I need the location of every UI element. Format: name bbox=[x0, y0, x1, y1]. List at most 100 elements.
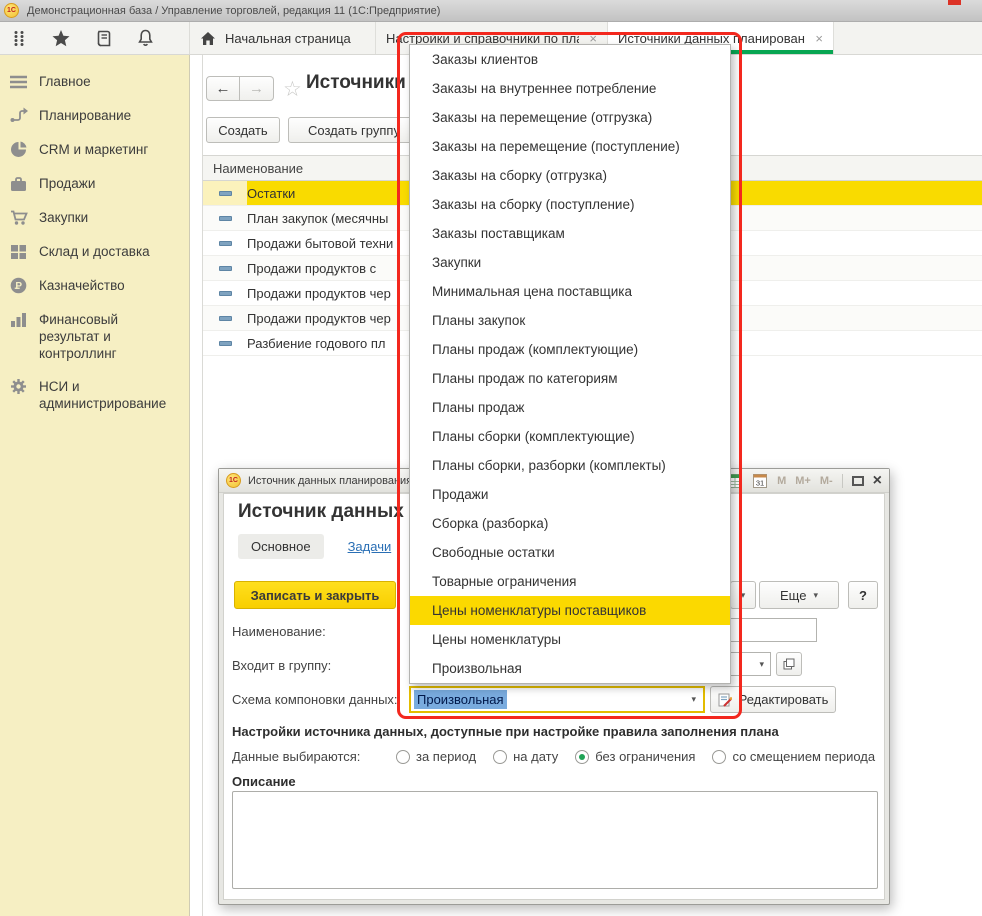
radio-circle-icon[interactable] bbox=[396, 750, 410, 764]
tools-menu-icon[interactable] bbox=[10, 29, 28, 47]
dropdown-item[interactable]: Цены номенклатуры поставщиков bbox=[410, 596, 730, 625]
open-group-button[interactable] bbox=[776, 652, 802, 676]
row-label: План закупок (месячны bbox=[247, 211, 388, 226]
calendar-icon[interactable]: 31 bbox=[752, 473, 768, 489]
dropdown-item[interactable]: Продажи bbox=[410, 480, 730, 509]
maximize-icon[interactable] bbox=[852, 476, 864, 486]
radio-option[interactable]: за период bbox=[396, 749, 476, 764]
favorite-star-icon[interactable]: ☆ bbox=[283, 77, 302, 102]
description-textarea[interactable] bbox=[232, 791, 878, 889]
dropdown-item[interactable]: Заказы на сборку (поступление) bbox=[410, 190, 730, 219]
sidebar-item-crm[interactable]: CRM и маркетинг bbox=[0, 133, 189, 167]
dropdown-item[interactable]: Заказы поставщикам bbox=[410, 219, 730, 248]
dropdown-item-label: Товарные ограничения bbox=[432, 574, 576, 589]
radio-option[interactable]: на дату bbox=[493, 749, 558, 764]
sidebar-item-treasury[interactable]: Р Казначейство bbox=[0, 269, 189, 303]
dialog-window-controls: 31 M M+ M- × bbox=[727, 473, 882, 489]
tab-close-icon[interactable]: × bbox=[815, 32, 823, 45]
sidebar-item-main[interactable]: Главное bbox=[0, 65, 189, 99]
dropdown-item[interactable]: Минимальная цена поставщика bbox=[410, 277, 730, 306]
dropdown-item[interactable]: Цены номенклатуры bbox=[410, 625, 730, 654]
dropdown-item[interactable]: Произвольная bbox=[410, 654, 730, 683]
sidebar-item-label: Главное bbox=[39, 73, 91, 90]
back-button[interactable]: ← bbox=[206, 76, 240, 101]
tab-home[interactable]: Начальная страница bbox=[190, 22, 376, 54]
name-field-label: Наименование: bbox=[232, 624, 326, 639]
schema-dropdown-list: Заказы клиентов Заказы на внутреннее пот… bbox=[409, 44, 731, 684]
schema-combobox[interactable]: Произвольная ▾ bbox=[409, 686, 705, 713]
settings-section-header: Настройки источника данных, доступные пр… bbox=[232, 724, 779, 739]
radio-label: со смещением периода bbox=[732, 749, 875, 764]
dropdown-item[interactable]: Планы продаж bbox=[410, 393, 730, 422]
dropdown-item[interactable]: Свободные остатки bbox=[410, 538, 730, 567]
sidebar-item-purchases[interactable]: Закупки bbox=[0, 201, 189, 235]
dropdown-item[interactable]: Закупки bbox=[410, 248, 730, 277]
dialog-tab-main[interactable]: Основное bbox=[238, 534, 324, 559]
cart-icon bbox=[9, 208, 28, 227]
edit-schema-button[interactable]: Редактировать bbox=[710, 686, 836, 713]
forward-button[interactable]: → bbox=[240, 76, 274, 101]
hidden-split-button[interactable]: ▾ bbox=[730, 581, 756, 609]
dropdown-item-label: Заказы на сборку (поступление) bbox=[432, 197, 634, 212]
sidebar-item-finance[interactable]: Финансовый результат и контроллинг bbox=[0, 303, 189, 370]
dropdown-item[interactable]: Заказы на внутреннее потребление bbox=[410, 74, 730, 103]
chevron-down-icon[interactable]: ▾ bbox=[691, 694, 703, 705]
dropdown-item-label: Заказы на сборку (отгрузка) bbox=[432, 168, 607, 183]
tab-close-icon[interactable]: × bbox=[589, 32, 597, 45]
save-and-close-button[interactable]: Записать и закрыть bbox=[234, 581, 396, 609]
sidebar-item-warehouse[interactable]: Склад и доставка bbox=[0, 235, 189, 269]
radio-circle-icon[interactable] bbox=[712, 750, 726, 764]
separator bbox=[842, 474, 843, 488]
history-scroll-icon[interactable] bbox=[94, 29, 112, 47]
favorites-star-icon[interactable] bbox=[52, 29, 70, 47]
group-field-label: Входит в группу: bbox=[232, 658, 331, 673]
bar-chart-icon bbox=[9, 310, 28, 329]
dropdown-item[interactable]: Заказы на сборку (отгрузка) bbox=[410, 161, 730, 190]
dialog-tab-tasks[interactable]: Задачи bbox=[348, 539, 392, 554]
create-group-button[interactable]: Создать группу bbox=[288, 117, 420, 143]
item-dash-icon bbox=[219, 291, 232, 296]
dropdown-item-label: Цены номенклатуры поставщиков bbox=[432, 603, 646, 618]
more-button[interactable]: Еще▾ bbox=[759, 581, 839, 609]
row-type-cell bbox=[203, 256, 247, 280]
dropdown-item[interactable]: Товарные ограничения bbox=[410, 567, 730, 596]
sidebar-item-label: Планирование bbox=[39, 107, 131, 124]
help-button[interactable]: ? bbox=[848, 581, 878, 609]
ruble-coin-icon: Р bbox=[9, 276, 28, 295]
dropdown-item[interactable]: Планы продаж по категориям bbox=[410, 364, 730, 393]
dropdown-item[interactable]: Сборка (разборка) bbox=[410, 509, 730, 538]
planning-route-icon bbox=[9, 106, 28, 125]
row-type-cell bbox=[203, 206, 247, 230]
close-icon[interactable]: × bbox=[873, 474, 882, 488]
dropdown-item[interactable]: Планы закупок bbox=[410, 306, 730, 335]
data-selection-label: Данные выбираются: bbox=[232, 749, 396, 764]
tab-home-label: Начальная страница bbox=[225, 31, 351, 46]
dropdown-item[interactable]: Заказы на перемещение (отгрузка) bbox=[410, 103, 730, 132]
dropdown-item[interactable]: Планы продаж (комплектующие) bbox=[410, 335, 730, 364]
row-type-cell bbox=[203, 281, 247, 305]
notifications-bell-icon[interactable] bbox=[136, 29, 154, 47]
memory-minus-button[interactable]: M- bbox=[820, 475, 833, 487]
radio-option[interactable]: без ограничения bbox=[575, 749, 695, 764]
dropdown-item-label: Закупки bbox=[432, 255, 481, 270]
dropdown-item[interactable]: Планы сборки (комплектующие) bbox=[410, 422, 730, 451]
radio-circle-icon[interactable] bbox=[575, 750, 589, 764]
dropdown-item[interactable]: Заказы клиентов bbox=[410, 45, 730, 74]
radio-label: за период bbox=[416, 749, 476, 764]
chevron-down-icon[interactable]: ▾ bbox=[759, 659, 770, 670]
sidebar-item-sales[interactable]: Продажи bbox=[0, 167, 189, 201]
radio-option[interactable]: со смещением периода bbox=[712, 749, 875, 764]
sidebar-item-planning[interactable]: Планирование bbox=[0, 99, 189, 133]
memory-plus-button[interactable]: M+ bbox=[795, 475, 811, 487]
create-button[interactable]: Создать bbox=[206, 117, 280, 143]
radio-circle-icon[interactable] bbox=[493, 750, 507, 764]
sidebar-item-admin[interactable]: НСИ и администрирование bbox=[0, 370, 189, 420]
memory-recall-button[interactable]: M bbox=[777, 475, 786, 487]
description-label: Описание bbox=[232, 774, 296, 789]
dropdown-item[interactable]: Заказы на перемещение (поступление) bbox=[410, 132, 730, 161]
data-selection-row: Данные выбираются: за период на дату без… bbox=[232, 749, 875, 764]
window-close-button[interactable] bbox=[948, 0, 961, 5]
dropdown-item[interactable]: Планы сборки, разборки (комплекты) bbox=[410, 451, 730, 480]
row-label: Продажи продуктов с bbox=[247, 261, 376, 276]
row-label: Продажи продуктов чер bbox=[247, 286, 391, 301]
